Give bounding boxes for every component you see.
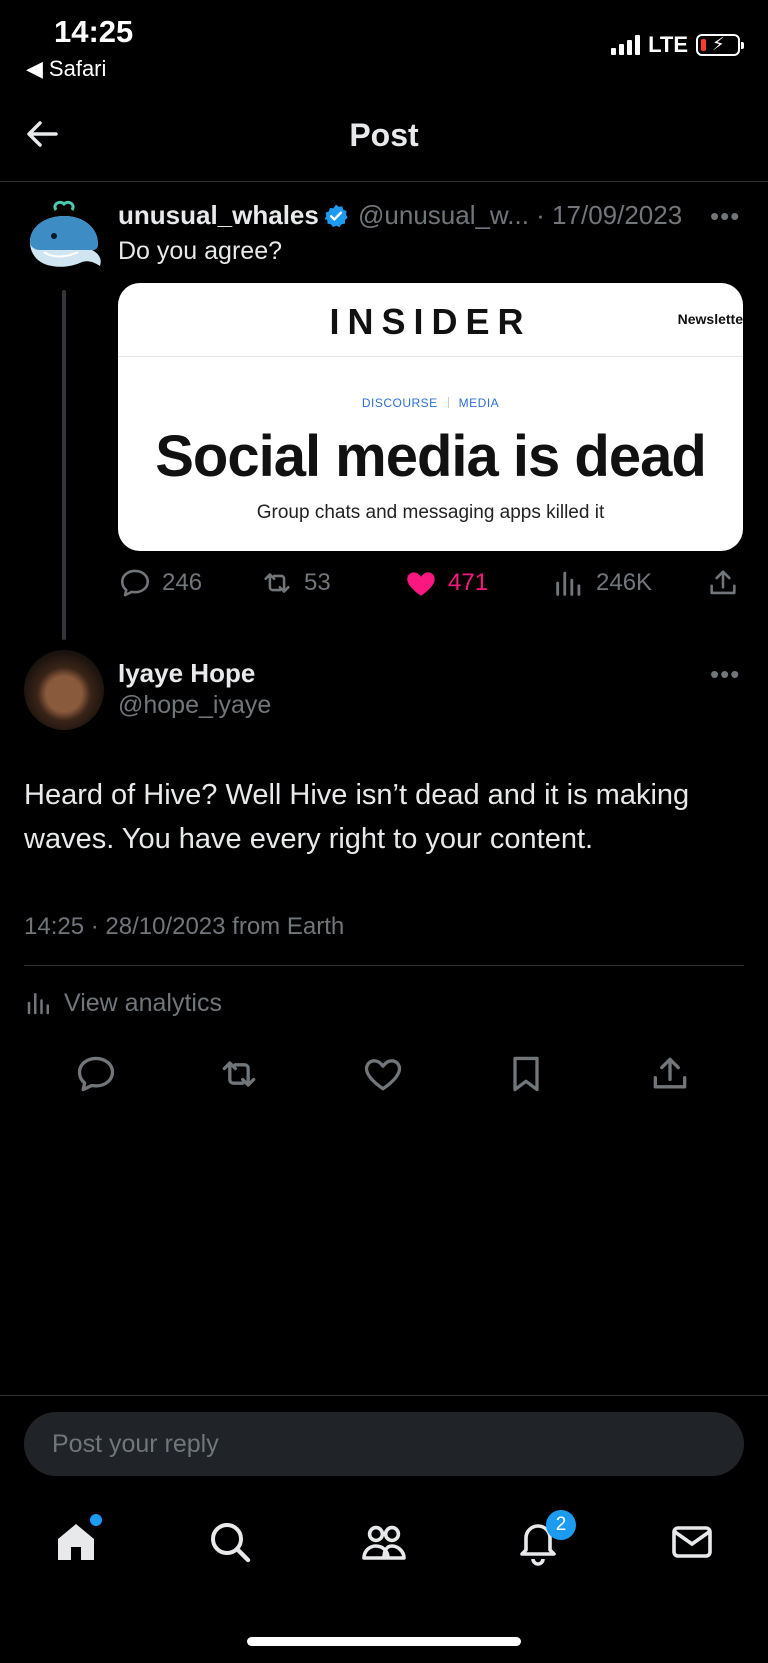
back-to-app[interactable]: ◀ Safari [26,56,106,82]
page-title: Post [349,117,419,153]
share-action[interactable] [706,566,740,600]
share-icon [710,570,736,595]
verified-badge-icon [324,204,348,228]
like-icon[interactable] [361,1052,405,1096]
card-tags: DISCOURSE MEDIA [118,396,743,410]
back-triangle-icon: ◀ [26,56,43,81]
communities-icon[interactable] [360,1518,408,1566]
analytics-label: View analytics [64,988,222,1017]
battery-icon: ⚡ [696,34,744,56]
status-indicators: LTE ⚡ [611,32,744,58]
heart-filled-icon [407,572,435,596]
like-count: 471 [448,569,489,596]
reply-count: 246 [162,569,203,596]
analytics-icon [27,993,49,1015]
reply-input[interactable] [50,1428,718,1460]
signal-icon [611,35,641,55]
repost-count: 53 [304,569,331,596]
views-action[interactable]: 246K [552,566,652,600]
messages-icon[interactable] [668,1518,716,1566]
views-chart-icon [556,571,581,596]
more-options-icon[interactable]: ••• [710,659,740,690]
thread-connector [62,290,66,640]
card-tag: DISCOURSE [361,396,438,410]
author-name[interactable]: unusual_whales [118,200,319,231]
post-text: Heard of Hive? Well Hive isn’t dead and … [24,779,690,855]
card-newsletter-link: Newslette [677,311,743,327]
reply-icon[interactable] [74,1052,118,1096]
like-action[interactable]: 471 [404,566,488,600]
card-subheadline: Group chats and messaging apps killed it [256,502,605,523]
search-icon[interactable] [206,1518,254,1566]
author-handle[interactable]: @hope_iyaye [118,691,271,720]
card-divider [118,356,743,357]
link-preview-card[interactable]: INSIDER Newslette DISCOURSE MEDIA Social … [118,283,743,551]
reply-icon [120,569,150,597]
home-unread-dot [88,1512,104,1528]
reply-action[interactable]: 246 [118,566,202,600]
home-indicator [247,1637,521,1646]
bookmark-icon[interactable] [504,1052,548,1096]
user-avatar[interactable] [24,650,104,730]
share-icon[interactable] [648,1052,692,1096]
network-label: LTE [648,32,688,57]
more-options-icon[interactable]: ••• [710,201,740,232]
header-divider [0,181,768,182]
card-headline: Social media is dead [155,424,707,489]
repost-icon [264,573,290,593]
reply-box[interactable] [24,1412,744,1476]
view-analytics-link[interactable]: View analytics [24,988,222,1018]
repost-action[interactable]: 53 [260,566,331,600]
author-handle-date: @unusual_w... · 17/09/2023 [358,200,683,230]
post-timestamp: 14:25 · 28/10/2023 from Earth [24,913,345,940]
post-divider [24,965,744,966]
reply-divider [0,1395,768,1396]
repost-icon[interactable] [217,1052,261,1096]
status-time: 14:25 [54,14,134,49]
card-tag: MEDIA [458,396,500,410]
card-brand-logo: INSIDER [329,301,532,342]
notifications-badge: 2 [546,1510,576,1540]
views-count: 246K [596,569,653,596]
whale-avatar[interactable] [24,196,104,276]
author-name[interactable]: Iyaye Hope [118,658,255,689]
back-app-label: Safari [48,56,107,81]
post-text: Do you agree? [118,237,283,265]
